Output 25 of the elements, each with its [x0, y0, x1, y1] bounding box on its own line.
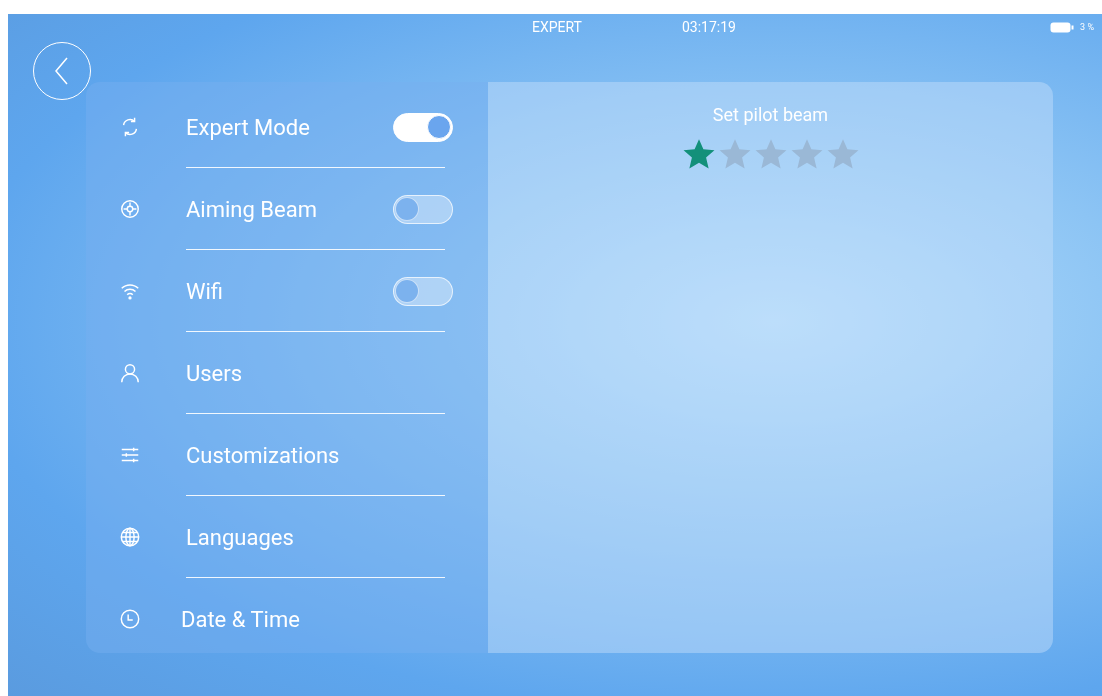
- battery-icon: [1050, 21, 1075, 33]
- toggle-switch[interactable]: [393, 194, 453, 224]
- setting-label[interactable]: Aiming Beam: [186, 196, 317, 222]
- target-icon: [119, 198, 141, 220]
- user-icon: [119, 362, 141, 384]
- star-icon[interactable]: [825, 137, 860, 171]
- clock-icon: [119, 608, 141, 630]
- setting-label[interactable]: Users: [186, 360, 243, 386]
- star-icon[interactable]: [717, 137, 752, 171]
- star-icon[interactable]: [681, 137, 716, 171]
- battery-percentage: 3 %: [1080, 22, 1094, 32]
- toggle-switch[interactable]: [393, 276, 453, 306]
- globe-icon: [119, 526, 141, 548]
- setting-label[interactable]: Date & Time: [181, 606, 300, 632]
- star-icon[interactable]: [753, 137, 788, 171]
- setting-label[interactable]: Wifi: [186, 278, 224, 304]
- setting-label[interactable]: Expert Mode: [186, 114, 310, 140]
- star-rating[interactable]: [681, 137, 860, 171]
- setting-label[interactable]: Customizations: [186, 442, 340, 468]
- detail-title: Set pilot beam: [712, 104, 829, 125]
- mode-label: EXPERT: [532, 19, 582, 35]
- setting-label[interactable]: Languages: [186, 524, 294, 550]
- toggle-switch[interactable]: [393, 112, 453, 142]
- clock-time: 03:17:19: [681, 19, 736, 35]
- star-icon[interactable]: [789, 137, 824, 171]
